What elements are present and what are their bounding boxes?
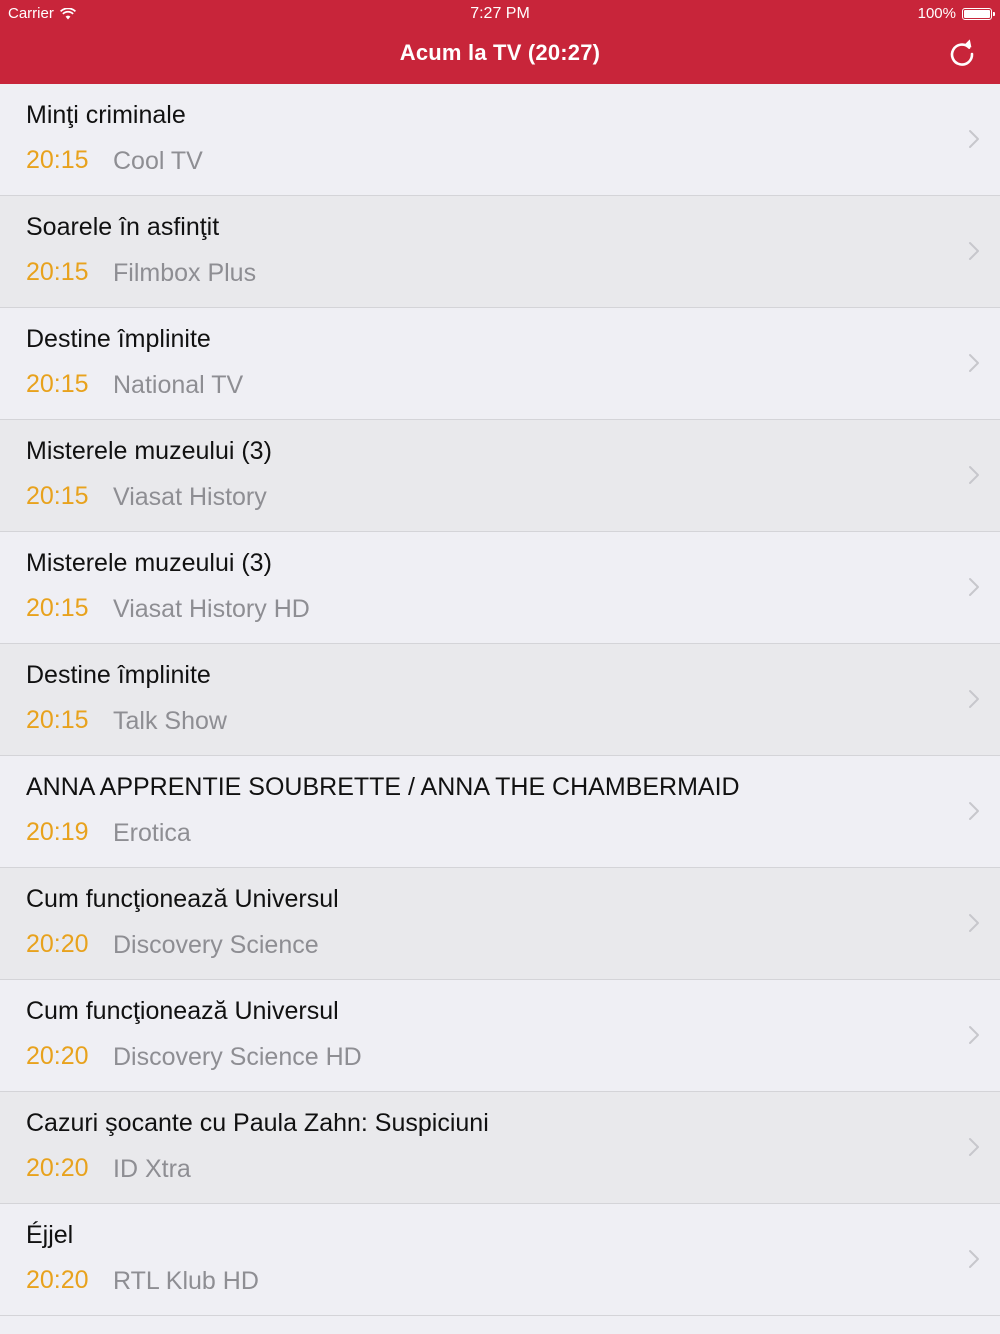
chevron-right-icon [969, 914, 979, 932]
chevron-right-icon [969, 354, 979, 372]
program-row[interactable]: Misterele muzeului (3) 20:15 Viasat Histor… [0, 420, 1000, 532]
navigation-header: Carrier 7:27 PM 100% Acum la TV (20:27) [0, 0, 1000, 84]
program-row[interactable]: Soarele în asfinţit 20:15 Filmbox Plus [0, 196, 1000, 308]
program-title: Misterele muzeului (3) [26, 437, 272, 465]
status-time: 7:27 PM [470, 5, 530, 22]
program-channel: Discovery Science HD [113, 1043, 362, 1071]
program-channel: National TV [113, 371, 244, 399]
program-time: 20:20 [26, 1042, 89, 1070]
program-row[interactable]: Éjjel 20:20 RTL Klub HD [0, 1204, 1000, 1316]
program-time: 20:20 [26, 930, 89, 958]
status-bar: Carrier 7:27 PM 100% [0, 0, 1000, 28]
program-row[interactable]: Misterele muzeului (3) 20:15 Viasat Histor… [0, 532, 1000, 644]
program-title: Cazuri şocante cu Paula Zahn: Suspiciuni [26, 1109, 489, 1137]
program-time: 20:19 [26, 818, 89, 846]
program-channel: Filmbox Plus [113, 259, 257, 287]
refresh-icon [950, 39, 974, 66]
program-channel: ID Xtra [113, 1155, 191, 1183]
page-title: Acum la TV (20:27) [399, 40, 601, 65]
program-title: Destine împlinite [26, 661, 211, 689]
program-time: 20:15 [26, 370, 89, 398]
program-row[interactable]: ANNA APPRENTIE SOUBRETTE / ANNA THE CHAM… [0, 756, 1000, 868]
chevron-right-icon [969, 1026, 979, 1044]
refresh-button[interactable] [946, 38, 978, 70]
chevron-right-icon [969, 578, 979, 596]
program-title: Minţi criminale [26, 101, 186, 129]
program-title: Cum funcţionează Universul [26, 885, 339, 913]
program-time: 20:15 [26, 706, 89, 734]
chevron-right-icon [969, 130, 979, 148]
program-row[interactable]: Destine împlinite 20:15 National TV [0, 308, 1000, 420]
program-title: Cum funcţionează Universul [26, 997, 339, 1025]
program-row[interactable]: Minţi criminale 20:15 Cool TV [0, 84, 1000, 196]
program-list: Minţi criminale 20:15 Cool TV Soarele în as… [0, 84, 1000, 1316]
program-channel: Talk Show [113, 707, 227, 735]
chevron-right-icon [969, 1138, 979, 1156]
program-channel: Cool TV [113, 147, 203, 175]
program-time: 20:15 [26, 258, 89, 286]
program-channel: Erotica [113, 819, 191, 847]
chevron-right-icon [969, 242, 979, 260]
program-row[interactable]: Cazuri şocante cu Paula Zahn: Suspiciuni… [0, 1092, 1000, 1204]
program-time: 20:15 [26, 482, 89, 510]
program-title: ANNA APPRENTIE SOUBRETTE / ANNA THE CHAM… [26, 773, 740, 801]
program-row[interactable]: Cum funcţionează Universul 20:20 Discovery… [0, 980, 1000, 1092]
status-battery: 100% [917, 5, 995, 22]
program-time: 20:20 [26, 1154, 89, 1182]
program-title: Soarele în asfinţit [26, 213, 220, 241]
chevron-right-icon [969, 690, 979, 708]
chevron-right-icon [969, 466, 979, 484]
program-title: Destine împlinite [26, 325, 211, 353]
battery-icon [962, 7, 995, 20]
program-title: Misterele muzeului (3) [26, 549, 272, 577]
program-channel: Viasat History HD [113, 595, 310, 623]
program-channel: RTL Klub HD [113, 1267, 259, 1295]
program-time: 20:15 [26, 594, 89, 622]
program-row[interactable]: Cum funcţionează Universul 20:20 Discovery… [0, 868, 1000, 980]
program-row[interactable]: Destine împlinite 20:15 Talk Show [0, 644, 1000, 756]
chevron-right-icon [969, 802, 979, 820]
battery-fill [964, 9, 990, 18]
battery-percent: 100% [917, 5, 956, 22]
program-channel: Viasat History [113, 483, 267, 511]
program-channel: Discovery Science [113, 931, 319, 959]
battery-tip [993, 11, 995, 16]
program-title: Éjjel [26, 1221, 74, 1249]
program-time: 20:20 [26, 1266, 89, 1294]
chevron-right-icon [969, 1250, 979, 1268]
program-time: 20:15 [26, 146, 89, 174]
